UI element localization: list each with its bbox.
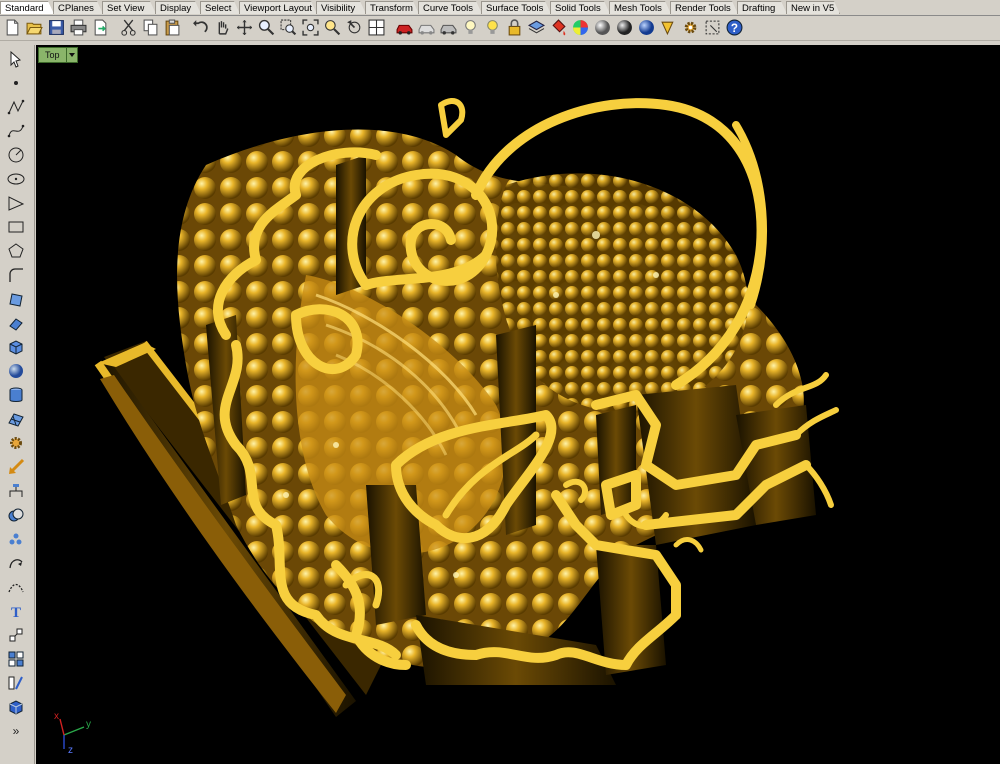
car-icon[interactable] (395, 18, 414, 37)
layer-icon[interactable] (527, 18, 546, 37)
world-axes-icon: x y z (54, 711, 91, 755)
sphere-gray-icon[interactable] (593, 18, 612, 37)
axis-z-label: z (68, 745, 73, 755)
tab-select[interactable]: Select (200, 1, 240, 14)
dimension-tool-icon[interactable] (6, 481, 26, 501)
sphere-shaded-icon[interactable] (615, 18, 634, 37)
lock-icon[interactable] (505, 18, 524, 37)
zoom-extents-icon[interactable] (301, 18, 320, 37)
solid-box-icon[interactable] (6, 337, 26, 357)
mesh-icon[interactable] (6, 409, 26, 429)
axis-x-label: x (54, 711, 59, 722)
new-icon[interactable] (3, 18, 22, 37)
help-icon[interactable]: ? (725, 18, 744, 37)
tab-display[interactable]: Display (155, 1, 201, 14)
save-icon[interactable] (47, 18, 66, 37)
viewport-title[interactable]: Top (38, 47, 78, 63)
tab-visibility[interactable]: Visibility (316, 1, 366, 14)
select-arrow-icon[interactable] (6, 49, 26, 69)
viewport-menu-arrow-icon[interactable] (65, 48, 77, 62)
undo-icon[interactable] (191, 18, 210, 37)
ellipse-icon[interactable] (6, 169, 26, 189)
surface-from-points-icon[interactable] (6, 289, 26, 309)
extrude-surface-icon[interactable] (6, 313, 26, 333)
tab-new-in-v5[interactable]: New in V5 (786, 1, 840, 14)
four-viewports-icon[interactable] (367, 18, 386, 37)
polygon-icon[interactable] (6, 241, 26, 261)
transform-gear-icon[interactable] (6, 433, 26, 453)
standard-toolbar: ? (0, 16, 1000, 41)
light-icon[interactable] (483, 18, 502, 37)
copy-icon[interactable] (141, 18, 160, 37)
point-icon[interactable] (6, 73, 26, 93)
print-icon[interactable] (69, 18, 88, 37)
grid-snap-icon[interactable] (703, 18, 722, 37)
cylinder-icon[interactable] (6, 385, 26, 405)
svg-text:?: ? (731, 22, 738, 35)
text-icon[interactable]: T (6, 601, 26, 621)
polyline-icon[interactable] (6, 97, 26, 117)
open-icon[interactable] (25, 18, 44, 37)
tab-standard[interactable]: Standard (0, 1, 54, 14)
zoom-icon[interactable] (257, 18, 276, 37)
cut-icon[interactable] (119, 18, 138, 37)
render-cube-icon[interactable] (6, 697, 26, 717)
rotate-view-icon[interactable] (235, 18, 254, 37)
ghosted-car-icon[interactable] (417, 18, 436, 37)
rendered-car-icon[interactable] (439, 18, 458, 37)
tab-mesh-tools[interactable]: Mesh Tools (609, 1, 671, 14)
tab-viewport-layout[interactable]: Viewport Layout (239, 1, 317, 14)
arc-icon[interactable] (6, 193, 26, 213)
snap-point-icon[interactable] (6, 625, 26, 645)
more-chevron-icon[interactable]: » (6, 721, 26, 741)
axis-y-label: y (86, 719, 91, 730)
paste-icon[interactable] (163, 18, 182, 37)
tab-transform[interactable]: Transform (365, 1, 419, 14)
zoom-window-icon[interactable] (279, 18, 298, 37)
sweep-icon[interactable] (6, 553, 26, 573)
pan-hand-icon[interactable] (213, 18, 232, 37)
color-wheel-icon[interactable] (571, 18, 590, 37)
svg-text:T: T (11, 605, 21, 620)
lightbulb-icon[interactable] (461, 18, 480, 37)
array-icon[interactable] (6, 649, 26, 669)
move-arrow-icon[interactable] (6, 457, 26, 477)
main-toolbar-left: T » (0, 45, 35, 764)
boolean-icon[interactable] (6, 505, 26, 525)
sphere-blue-icon[interactable] (637, 18, 656, 37)
viewport-top[interactable]: Top x y z (36, 45, 1000, 764)
tab-solid-tools[interactable]: Solid Tools (550, 1, 610, 14)
rectangle-icon[interactable] (6, 217, 26, 237)
viewport-title-label: Top (45, 50, 60, 60)
circle-icon[interactable] (6, 145, 26, 165)
curve-icon[interactable] (6, 121, 26, 141)
undo-view-icon[interactable] (345, 18, 364, 37)
rail-sweep-icon[interactable] (6, 577, 26, 597)
zoom-selected-icon[interactable] (323, 18, 342, 37)
relief-model (94, 98, 839, 717)
tab-curve-tools[interactable]: Curve Tools (418, 1, 482, 14)
tab-cplanes[interactable]: CPlanes (53, 1, 103, 14)
tab-surface-tools[interactable]: Surface Tools (481, 1, 551, 14)
dimension-icon[interactable] (659, 18, 678, 37)
analyze-icon[interactable] (6, 673, 26, 693)
paint-bucket-icon[interactable] (549, 18, 568, 37)
tab-render-tools[interactable]: Render Tools (670, 1, 738, 14)
tab-set-view[interactable]: Set View (102, 1, 156, 14)
solid-sphere-icon[interactable] (6, 361, 26, 381)
fillet-curve-icon[interactable] (6, 265, 26, 285)
export-icon[interactable] (91, 18, 110, 37)
tab-drafting[interactable]: Drafting (737, 1, 787, 14)
point-cloud-icon[interactable] (6, 529, 26, 549)
toolbar-tab-strip: Standard CPlanes Set View Display Select… (0, 0, 1000, 16)
gear-icon[interactable] (681, 18, 700, 37)
